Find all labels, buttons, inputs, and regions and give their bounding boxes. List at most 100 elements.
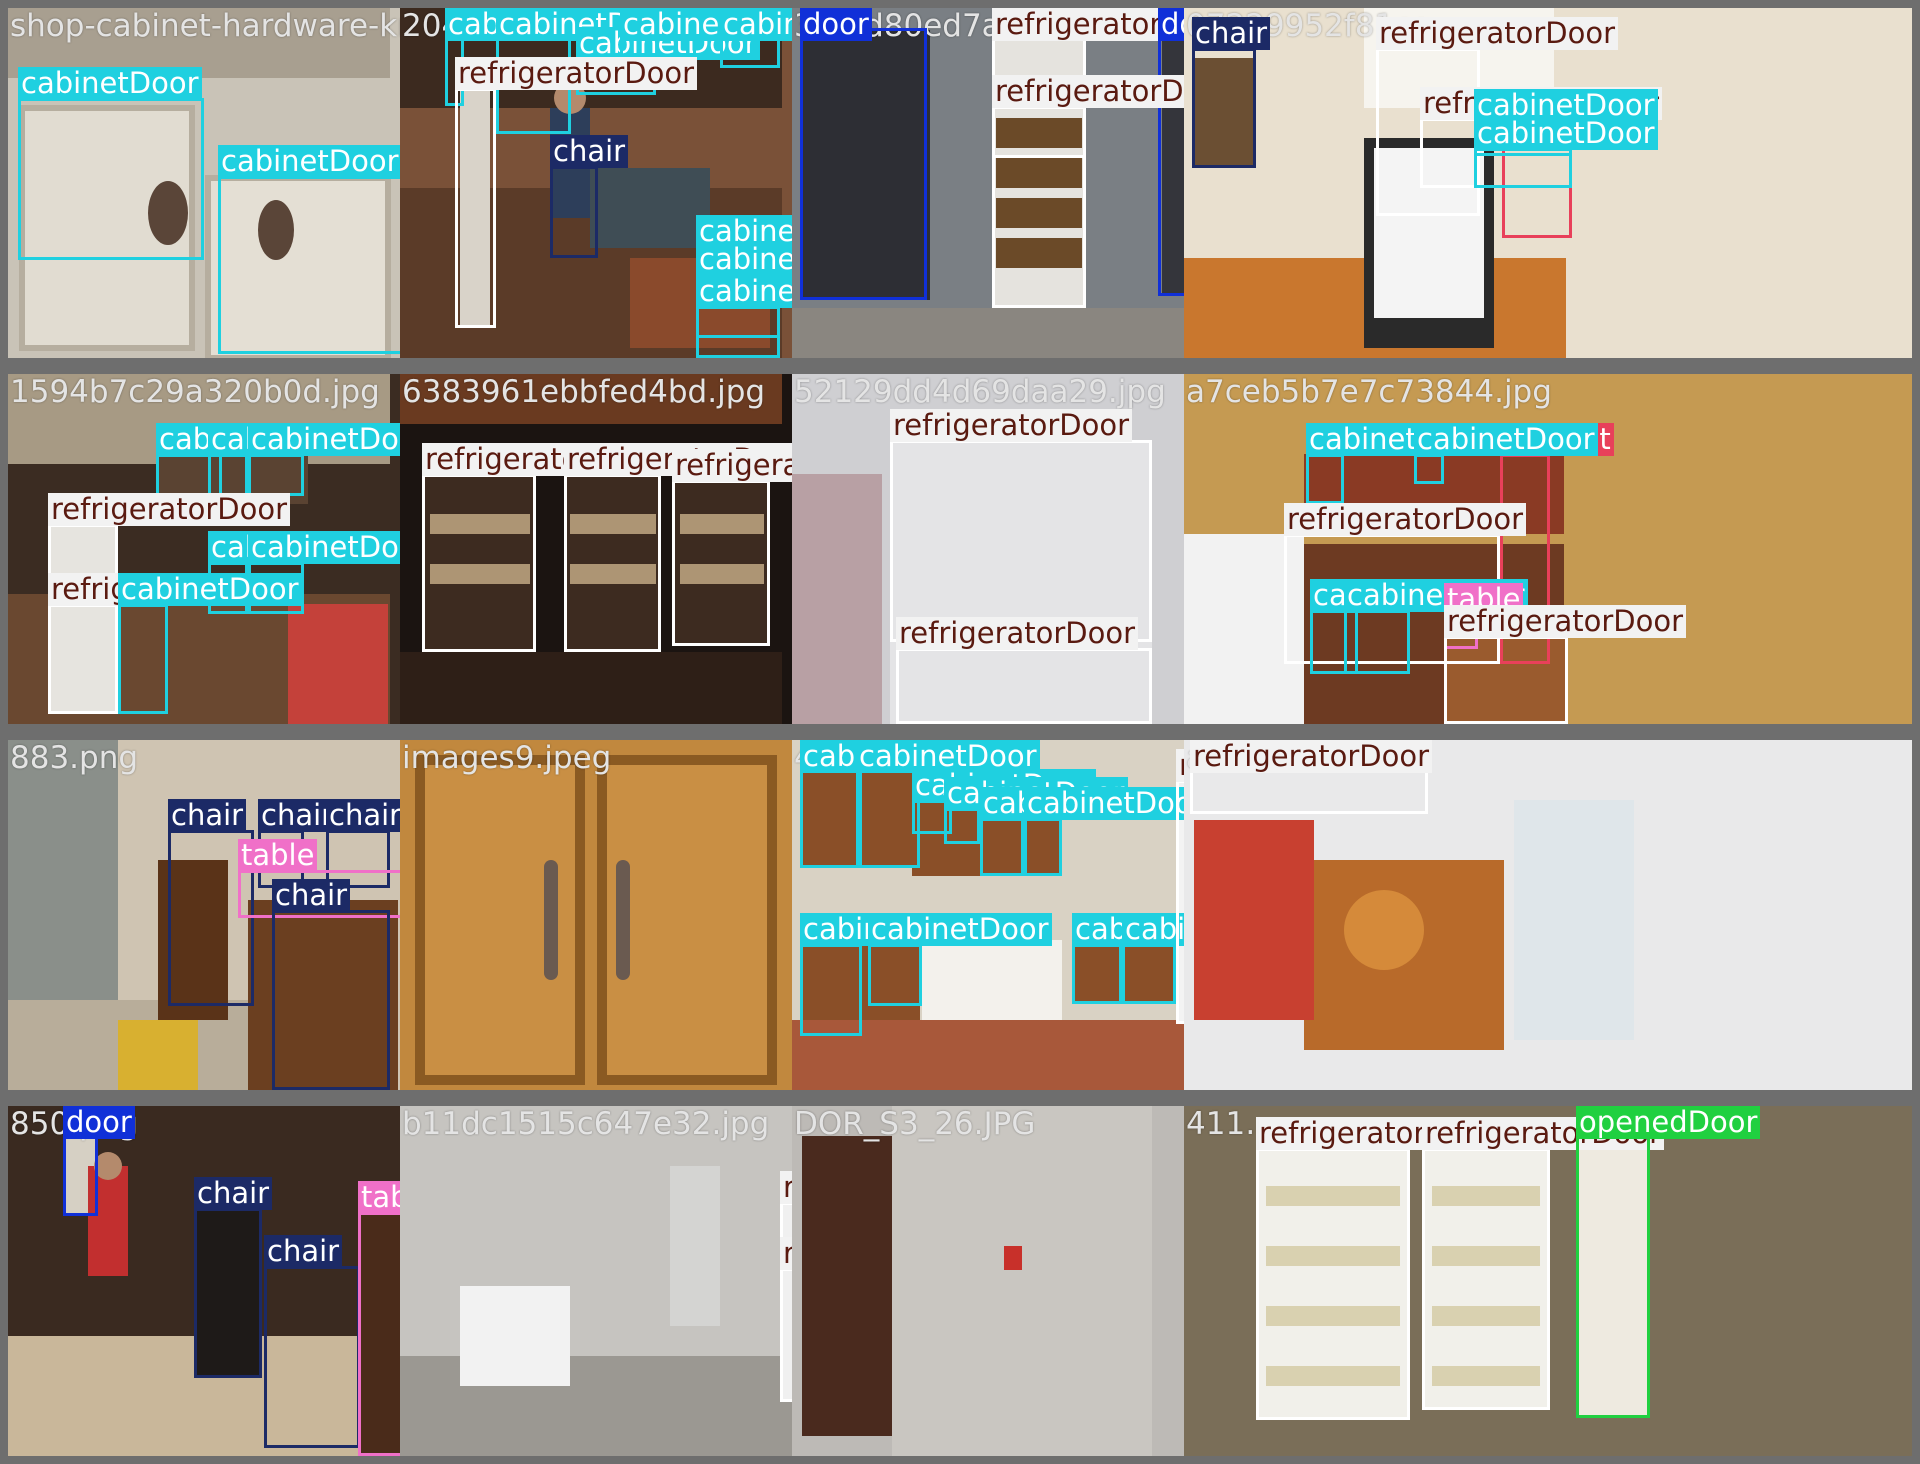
box-label: chair [258,799,337,832]
image-filename: DOR_S3_26.JPG [794,1106,1036,1142]
box-label: refrigeratorDoor [992,8,1184,41]
bounding-box [1176,780,1184,1024]
bounding-box [48,604,118,714]
bounding-box [208,454,248,496]
box-label: cabinetDoor [18,67,202,100]
box-label: refrigeratorDoor [890,409,1133,442]
bounding-box [564,474,661,652]
bounding-box [1256,1148,1410,1420]
box-label: door [1158,8,1184,41]
image-filename: images9.jpeg [402,740,612,776]
bounding-box [780,1268,792,1402]
box-label: door [800,8,872,41]
bounding-box [18,98,204,260]
box-label: openedDoor [1576,1106,1761,1139]
box-label: refrigeratorDoor [1176,749,1184,782]
bounding-box [992,28,1086,308]
box-label: refrigeratorDoor [896,617,1139,650]
scene-photo [400,1106,792,1456]
detection-tile: 204…d5b4…cabinetDoorcabinetDoorcabinetDo… [400,8,792,358]
box-label: cabinetDoor [248,531,400,564]
detection-tile: 850.pngdoorchairchairtable [8,1106,400,1456]
box-label: cabinetDoor [696,275,792,308]
bounding-box [1422,1148,1550,1410]
box-label: refrigeratorDoor [48,493,291,526]
bounding-box [1474,148,1572,188]
box-label: chair [550,135,629,168]
box-label: refrigeratorDoor [672,449,792,482]
detection-tile: images9.jpeg [400,740,792,1090]
bounding-box [1122,944,1176,1004]
bounding-box [868,944,922,1006]
box-label: cabinetDoor [218,145,400,178]
image-filename: a7ceb5b7e7c73844.jpg [1186,374,1552,410]
detection-tile: a7ceb5b7e7c73844.jpgcabinetDoorcabinetca… [1184,374,1912,724]
scene-photo [792,1106,1184,1456]
bounding-box [980,818,1024,876]
bounding-box [194,1208,262,1378]
detection-tile: 411… refrigeratorDoor refrigeratorDoor open… [1184,1106,1912,1456]
bounding-box [696,306,780,358]
bounding-box [455,88,496,328]
box-label: chair [326,799,400,832]
bounding-box [218,176,400,354]
box-label: cabinetDoor [1474,117,1658,150]
detection-tile: 07229952f81ce...chairrefrigeratorDoorref… [1184,8,1912,358]
box-label: cabinetDoor [868,913,1052,946]
detection-tile: a4df7917a…refrigeratorDoor [1184,740,1912,1090]
box-label: refrigeratorDoor [1444,605,1687,638]
image-filename: 6383961ebbfed4bd.jpg [402,374,766,410]
bounding-box [800,944,862,1036]
box-label: chair [194,1177,273,1210]
box-label: cabinetDoor [720,8,792,41]
box-label: cabinetDoor [248,423,400,456]
box-label: refrigeratorDoor [1190,740,1433,773]
detection-tile: shop-cabinet-hardware-knobs.jpg cabinetDo… [8,8,400,358]
image-filename: 52129dd4d69daa29.jpg [794,374,1166,410]
bounding-box [992,106,1086,158]
bounding-box [1414,454,1444,484]
box-label: cabinetDoor [1024,787,1184,820]
image-filename: 1594b7c29a320b0d.jpg [10,374,380,410]
box-label: refrigeratorDoor [1284,503,1527,536]
bounding-box [1024,818,1062,876]
bounding-box [1072,944,1122,1004]
box-label: chair [272,879,351,912]
box-label: refrigeratorDoor [780,1237,792,1270]
bounding-box [1344,610,1410,674]
detection-tile: 1594b7c29a320b0d.jpg cabinetDoor cabinetDo… [8,374,400,724]
scene-photo [400,740,792,1090]
bounding-box [1576,1120,1650,1418]
box-label: cabinetDoor [1414,423,1598,456]
box-label: refrigeratorDoor [1376,17,1619,50]
bounding-box [1306,454,1344,504]
bounding-box [800,766,862,868]
bounding-box [896,648,1152,724]
bounding-box [248,454,304,496]
bounding-box [890,440,1152,642]
box-label: cabinetDoor [118,573,302,606]
box-label: cabinetDoor [1122,913,1184,946]
box-label: chair [168,799,247,832]
detection-tile: 345fd80ed7a...doorrefrigeratorDoordoorre… [792,8,1184,358]
bounding-box [1420,118,1480,188]
image-filename: b11dc1515c647e32.jpg [402,1106,770,1142]
detection-tile: 4207…2c.jpgcabinetDoorcabinetDoorcabinet… [792,740,1184,1090]
bounding-box [264,1266,360,1448]
box-label: door [63,1106,135,1139]
box-label: refrigeratorDoor [455,57,698,90]
image-filename: 883.png [10,740,139,776]
bounding-box [358,1212,400,1456]
box-label: table [358,1181,400,1214]
bounding-box [856,766,920,868]
bounding-box [1158,30,1184,296]
bounding-box [118,604,168,714]
bounding-box [1444,636,1568,724]
bounding-box [1192,48,1256,168]
detection-tile: b11dc1515c647e32.jpg refrigeratorDoor refr… [400,1106,792,1456]
bounding-box [550,166,598,258]
bounding-box [422,474,536,652]
image-filename: shop-cabinet-hardware-knobs.jpg [10,8,400,44]
bounding-box [672,480,770,646]
detection-tile: DOR_S3_26.JPG [792,1106,1184,1456]
